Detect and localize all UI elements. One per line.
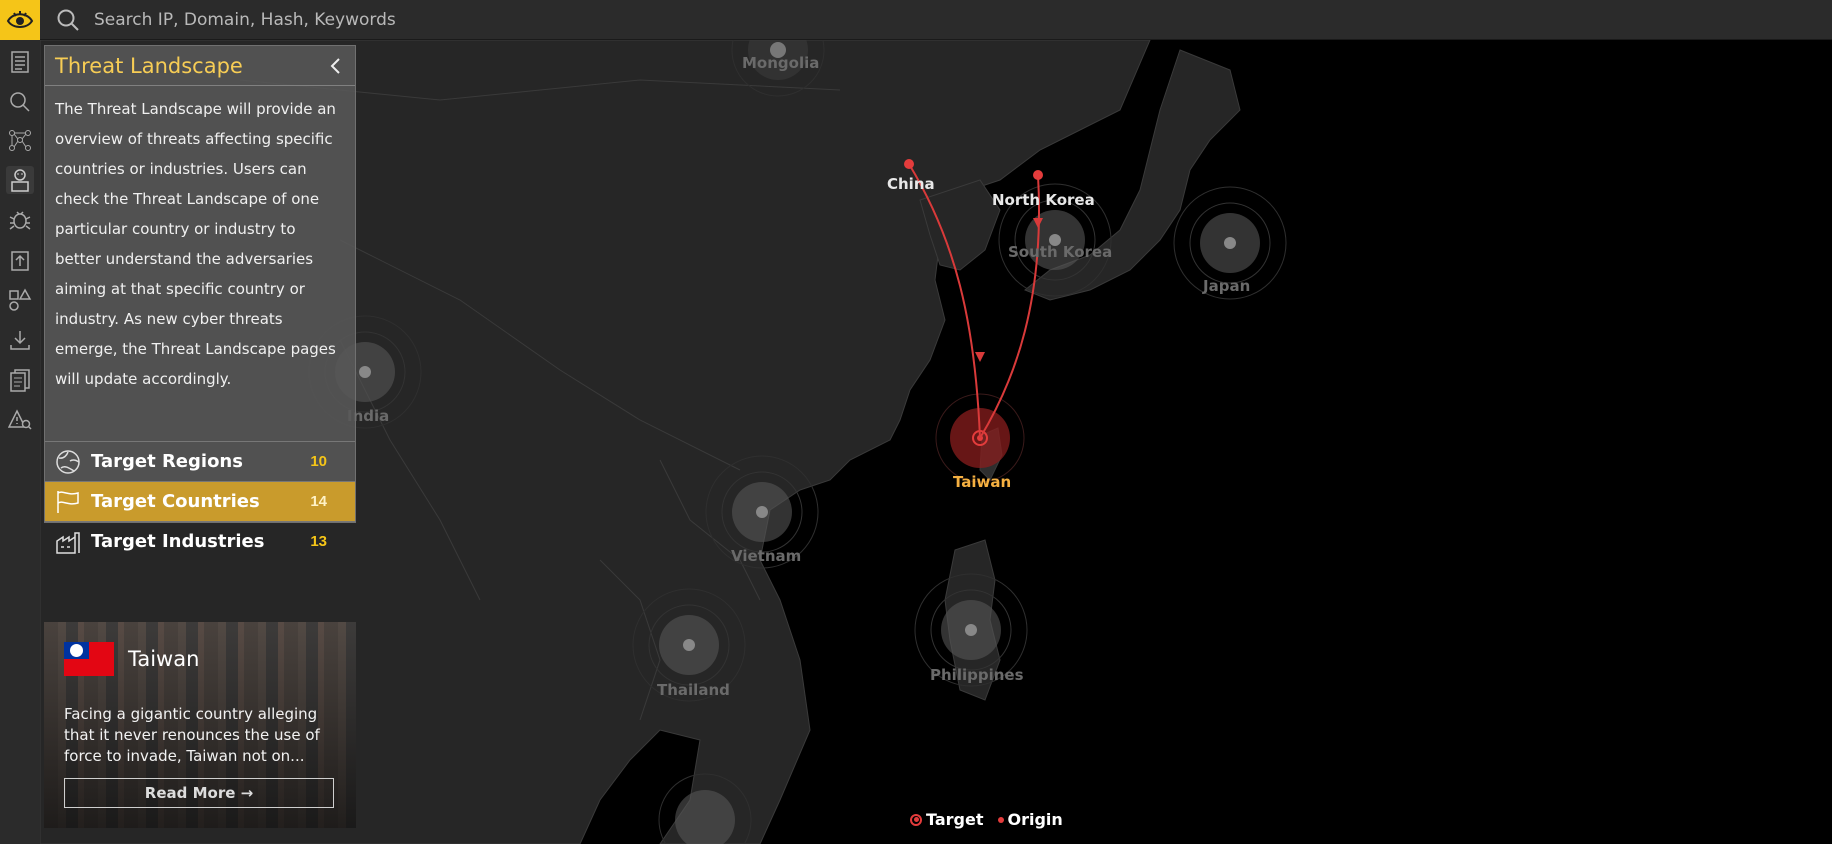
- panel-description: The Threat Landscape will provide an ove…: [55, 100, 336, 388]
- read-more-button[interactable]: Read More →: [64, 778, 334, 808]
- rail-shapes[interactable]: [6, 286, 34, 314]
- rail-upload[interactable]: [6, 247, 34, 275]
- rail-download[interactable]: [6, 326, 34, 354]
- malware-icon: [9, 211, 31, 230]
- rail-search[interactable]: [6, 88, 34, 116]
- row-label: Target Industries: [91, 531, 265, 552]
- label-taiwan: Taiwan: [953, 473, 1012, 491]
- label-north-korea: North Korea: [992, 191, 1095, 209]
- eye-logo-icon: [6, 11, 34, 28]
- rail-threat-actors[interactable]: [6, 166, 34, 194]
- legend-origin-label: Origin: [1007, 810, 1063, 829]
- documents-icon: [10, 369, 30, 392]
- app-logo[interactable]: [0, 0, 40, 40]
- graph-icon: [9, 130, 31, 151]
- rail-documents[interactable]: [6, 366, 34, 394]
- row-count: 10: [310, 453, 327, 470]
- label-mongolia: Mongolia: [742, 54, 820, 72]
- row-target-regions[interactable]: Target Regions 10: [45, 441, 355, 481]
- alert-search-icon: [8, 409, 32, 430]
- card-header: Taiwan: [64, 642, 199, 676]
- panel-title: Threat Landscape: [55, 53, 243, 78]
- target-legend-icon: [910, 813, 922, 826]
- threat-landscape-panel: Threat Landscape The Threat Landscape wi…: [44, 45, 356, 554]
- rail-alerts[interactable]: [6, 406, 34, 434]
- factory-icon: [56, 531, 80, 554]
- top-bar: [0, 0, 1832, 40]
- upload-icon: [11, 251, 29, 271]
- rail-graph[interactable]: [6, 126, 34, 154]
- card-summary: Facing a gigantic country alleging that …: [64, 705, 320, 765]
- origin-china[interactable]: [904, 159, 914, 169]
- row-label: Target Countries: [91, 491, 260, 512]
- shapes-icon: [9, 288, 32, 311]
- label-china: China: [887, 175, 935, 193]
- collapse-chevron-icon[interactable]: [329, 57, 343, 75]
- search-icon: [57, 9, 79, 31]
- label-japan: Japan: [1203, 277, 1251, 295]
- taiwan-flag-icon: [64, 642, 114, 676]
- rail-reports[interactable]: [6, 48, 34, 76]
- label-vietnam: Vietnam: [731, 547, 802, 565]
- row-count: 13: [310, 533, 327, 550]
- search-icon: [10, 92, 30, 112]
- flag-icon: [57, 490, 79, 513]
- map-legend: Target Origin: [910, 810, 1063, 829]
- legend-target-label: Target: [926, 810, 984, 829]
- hacker-icon: [11, 169, 29, 192]
- row-target-countries[interactable]: Target Countries 14: [45, 481, 355, 521]
- reports-icon: [11, 51, 29, 73]
- search-bar[interactable]: [56, 6, 956, 34]
- origin-legend-icon: [997, 816, 1004, 823]
- label-philippines: Philippines: [930, 666, 1024, 684]
- label-south-korea: South Korea: [1008, 243, 1113, 261]
- rail-malware[interactable]: [6, 206, 34, 234]
- download-icon: [10, 331, 30, 350]
- label-thailand: Thailand: [657, 681, 730, 699]
- origin-north-korea[interactable]: [1033, 170, 1043, 180]
- panel-header: Threat Landscape: [45, 46, 355, 86]
- left-rail: [0, 40, 40, 844]
- card-title: Taiwan: [128, 647, 200, 671]
- search-input[interactable]: [94, 10, 894, 30]
- row-count: 14: [310, 493, 327, 510]
- row-target-industries[interactable]: Target Industries 13: [45, 521, 355, 561]
- globe-icon: [56, 449, 80, 474]
- country-card: Taiwan Facing a gigantic country allegin…: [44, 622, 356, 828]
- row-label: Target Regions: [91, 451, 243, 472]
